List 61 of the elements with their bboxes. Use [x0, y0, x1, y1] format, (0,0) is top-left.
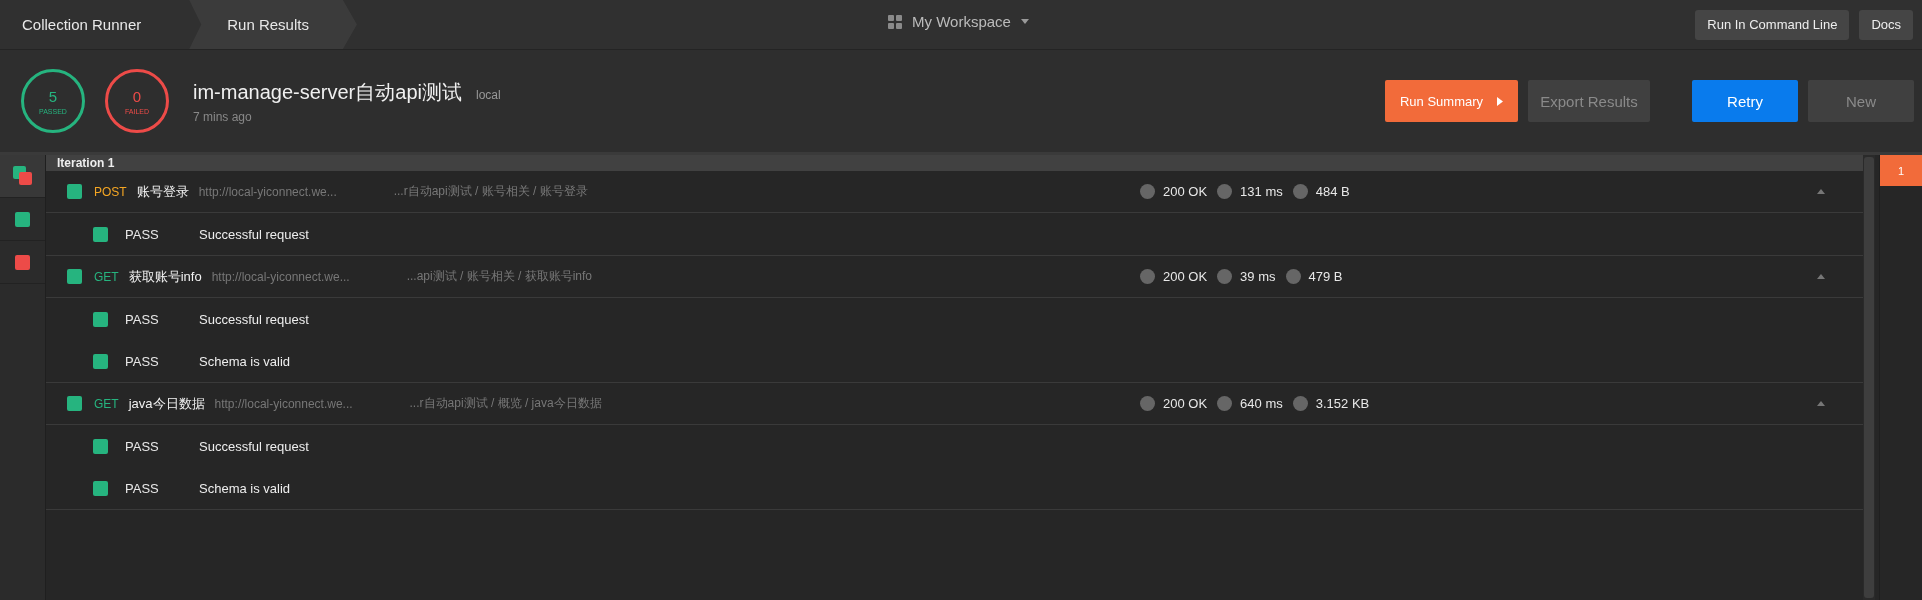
request-url: http://local-yiconnect.we...	[211, 269, 351, 284]
response-status: 200 OK	[1163, 269, 1208, 284]
request-method: POST	[94, 184, 127, 199]
request-name: 账号登录	[136, 182, 189, 201]
response-size: 479 B	[1308, 269, 1343, 284]
test-result: PASS	[125, 438, 160, 454]
action-button[interactable]: Retry	[1692, 80, 1798, 122]
test-result: PASS	[125, 353, 160, 369]
status-dot-icon	[1140, 184, 1155, 199]
test-name: Schema is valid	[199, 480, 291, 496]
grid-icon	[888, 14, 902, 29]
passed-square-icon	[15, 211, 30, 227]
toolbar-button[interactable]: Docs	[1859, 9, 1913, 40]
time-dot-icon	[1217, 269, 1233, 284]
response-time: 131 ms	[1240, 184, 1283, 199]
request-url: http://local-yiconnect.we...	[214, 396, 354, 411]
test-result: PASS	[125, 311, 160, 327]
test-result: PASS	[125, 480, 160, 496]
request-name: 获取账号info	[128, 267, 202, 286]
response-time: 39 ms	[1240, 269, 1276, 284]
workspace-switcher[interactable]: My Workspace	[888, 13, 1029, 30]
test-result: PASS	[125, 226, 160, 242]
breadcrumb-tab[interactable]: Collection Runner	[0, 0, 190, 49]
collapse-icon[interactable]	[1817, 401, 1825, 406]
size-dot-icon	[1292, 396, 1308, 411]
response-status: 200 OK	[1163, 396, 1208, 411]
response-size: 3.152 KB	[1315, 396, 1370, 411]
scrollbar[interactable]	[1864, 157, 1874, 598]
response-status: 200 OK	[1163, 184, 1208, 199]
filter-tab[interactable]	[0, 155, 45, 198]
toolbar-button[interactable]: Run In Command Line	[1695, 9, 1850, 40]
request-name: java今日数据	[128, 394, 205, 413]
collection-title: im-manage-server自动api测试	[193, 79, 462, 105]
time-dot-icon	[1217, 396, 1233, 411]
request-url: http://local-yiconnect.we...	[198, 184, 338, 199]
test-name: Successful request	[199, 226, 309, 242]
play-arrow-icon	[1497, 96, 1504, 106]
request-path: ...api测试 / 账号相关 / 获取账号info	[406, 268, 592, 285]
iteration-header: Iteration 1	[46, 155, 1863, 171]
size-dot-icon	[1292, 184, 1308, 199]
collapse-icon[interactable]	[1817, 274, 1825, 279]
request-method: GET	[94, 269, 119, 284]
breadcrumb-tab[interactable]: Run Results	[189, 0, 357, 49]
environment-label: local	[475, 87, 501, 102]
time-dot-icon	[1217, 184, 1233, 199]
test-name: Successful request	[199, 311, 309, 327]
request-path: ...r自动api测试 / 概览 / java今日数据	[409, 395, 602, 412]
run-time: 7 mins ago	[193, 109, 253, 124]
caret-icon	[1020, 19, 1029, 24]
all-results-icon	[12, 166, 33, 186]
request-method: GET	[94, 396, 119, 411]
collapse-icon[interactable]	[1817, 189, 1825, 194]
status-dot-icon	[1140, 269, 1155, 284]
status-dot-icon	[1140, 396, 1155, 411]
size-dot-icon	[1285, 269, 1301, 284]
request-path: ...r自动api测试 / 账号相关 / 账号登录	[393, 183, 588, 200]
response-time: 640 ms	[1240, 396, 1283, 411]
test-name: Schema is valid	[199, 353, 291, 369]
test-name: Successful request	[199, 438, 309, 454]
response-size: 484 B	[1315, 184, 1350, 199]
failed-square-icon	[15, 254, 30, 270]
